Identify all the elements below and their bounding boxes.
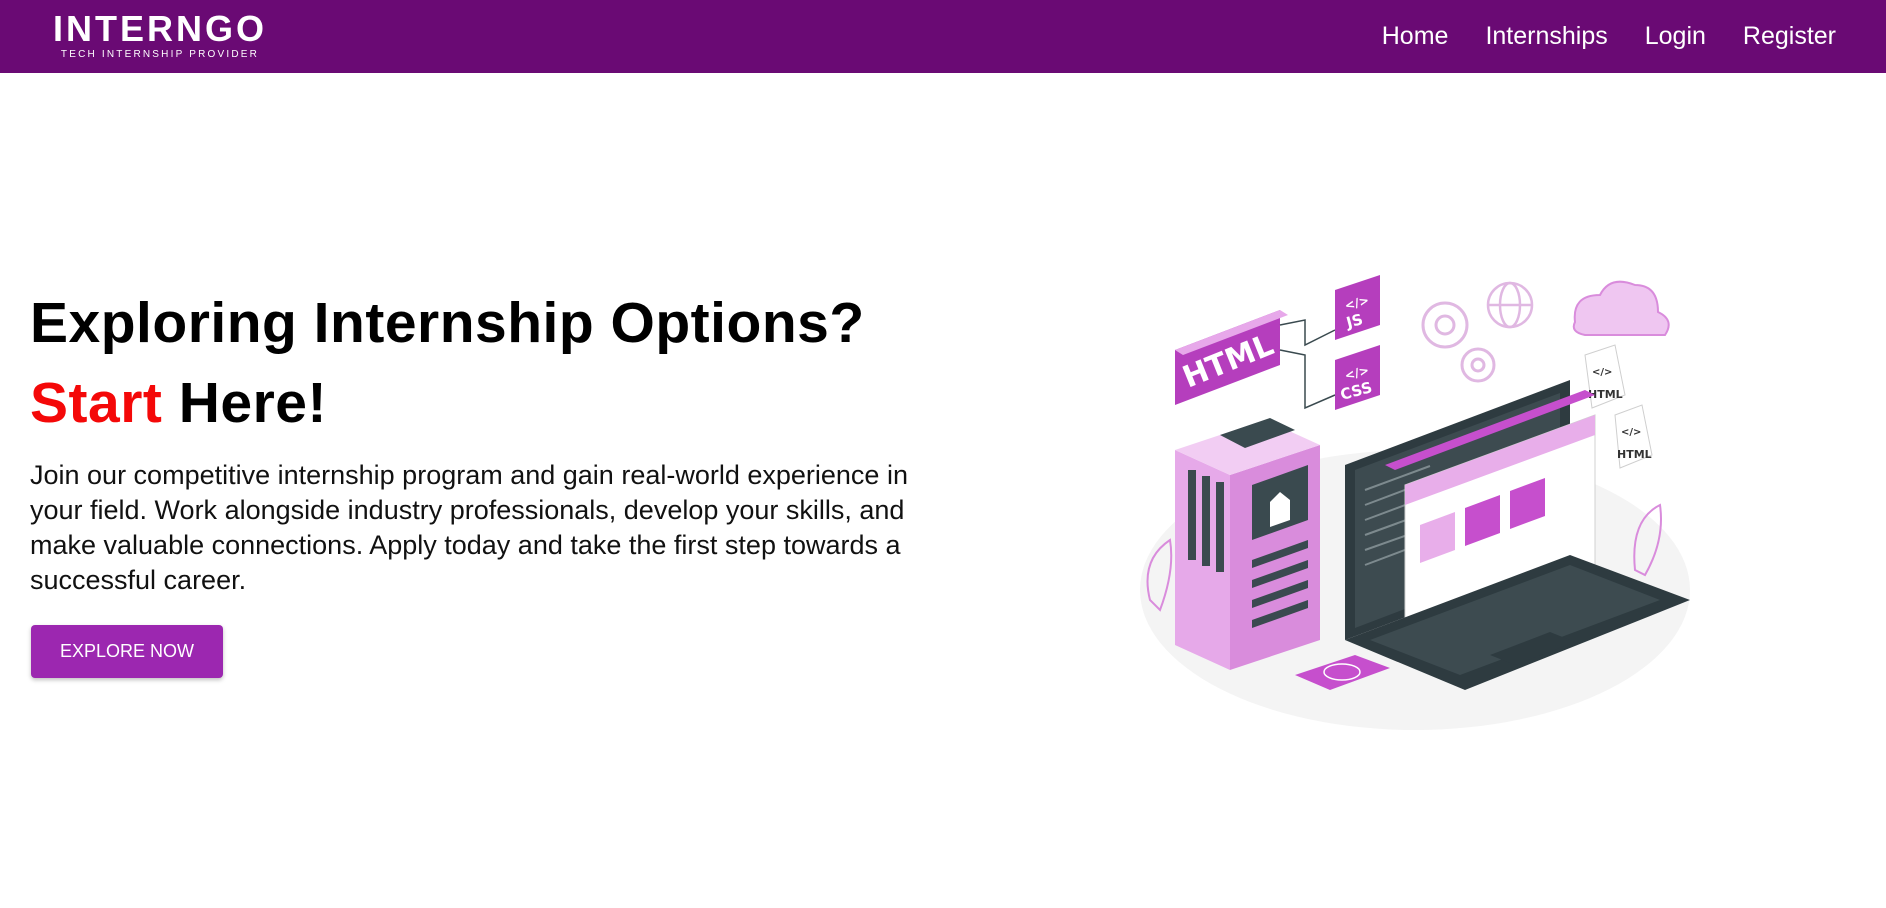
js-badge: </> JS bbox=[1335, 275, 1380, 340]
hero-title: Exploring Internship Options? Start Here… bbox=[30, 283, 865, 443]
hero-title-line1: Exploring Internship Options? bbox=[30, 291, 865, 355]
html-badge: HTML bbox=[1175, 310, 1288, 405]
code-icon: </> bbox=[1621, 427, 1641, 438]
connector-line bbox=[1279, 349, 1336, 410]
brand-tagline: TECH INTERNSHIP PROVIDER bbox=[60, 49, 260, 60]
nav-internships-link[interactable]: Internships bbox=[1485, 22, 1607, 51]
hero-title-rest: Here! bbox=[162, 371, 327, 435]
html-document: </> HTML bbox=[1584, 344, 1626, 409]
hero-title-accent: Start bbox=[30, 371, 163, 435]
html-document: </> HTML bbox=[1614, 404, 1653, 469]
brand-logo[interactable]: INTERNGO TECH INTERNSHIP PROVIDER bbox=[45, 10, 275, 61]
nav-home-link[interactable]: Home bbox=[1382, 22, 1449, 51]
brand-name: INTERNGO bbox=[52, 8, 267, 49]
navbar: INTERNGO TECH INTERNSHIP PROVIDER Home I… bbox=[0, 0, 1886, 73]
connector-line bbox=[1279, 319, 1336, 347]
nav-login-link[interactable]: Login bbox=[1645, 22, 1706, 51]
hero-illustration: HTML </> JS </> CSS </> HTML </> HTML bbox=[1140, 275, 1690, 730]
hero-description: Join our competitive internship program … bbox=[30, 460, 908, 595]
globe-icon bbox=[1486, 281, 1534, 329]
html-document-label: HTML bbox=[1617, 448, 1652, 461]
server-tower bbox=[1175, 418, 1320, 670]
gear-icon bbox=[1421, 301, 1496, 383]
explore-now-button[interactable]: EXPLORE NOW bbox=[31, 625, 223, 678]
code-icon: </> bbox=[1592, 367, 1612, 378]
css-badge: </> CSS bbox=[1335, 345, 1380, 410]
cloud-icon bbox=[1572, 280, 1670, 336]
nav-links: Home Internships Login Register bbox=[1345, 0, 1836, 73]
nav-register-link[interactable]: Register bbox=[1743, 22, 1836, 51]
